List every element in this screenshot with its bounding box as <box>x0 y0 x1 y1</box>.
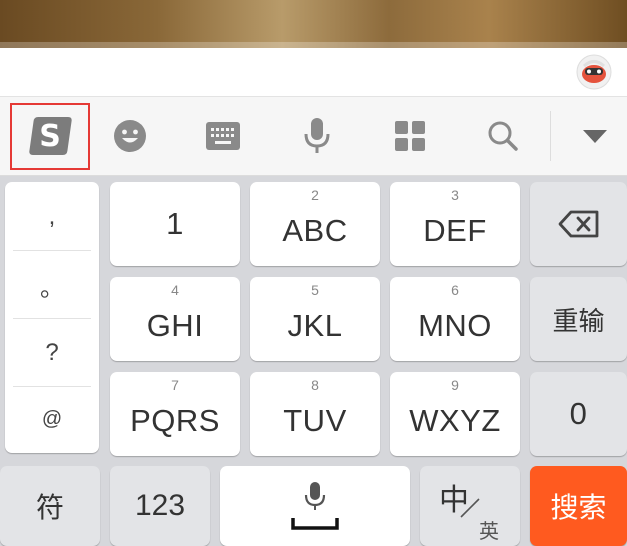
microphone-icon[interactable] <box>282 97 352 175</box>
search-icon[interactable] <box>468 97 538 175</box>
divider <box>13 318 91 319</box>
key-def[interactable]: 3 DEF <box>390 182 520 266</box>
key-wxyz[interactable]: 9 WXYZ <box>390 372 520 456</box>
key-tuv[interactable]: 8 TUV <box>250 372 380 456</box>
punctuation-list[interactable]: , 。 ? @ <box>5 182 99 453</box>
key-abc[interactable]: 2 ABC <box>250 182 380 266</box>
grid-icon[interactable] <box>375 97 445 175</box>
language-switch: 中 英 <box>435 471 505 543</box>
numbers-key[interactable]: 123 <box>110 466 210 546</box>
key-pqrs[interactable]: 7 PQRS <box>110 372 240 456</box>
sogou-logo-highlight <box>10 103 90 170</box>
language-switch-key[interactable]: 中 英 <box>420 466 520 546</box>
key-0[interactable]: 0 <box>530 372 627 456</box>
collapse-arrow-icon[interactable] <box>560 97 627 175</box>
input-area[interactable] <box>0 48 627 96</box>
punct-at[interactable]: @ <box>5 386 99 452</box>
key-mno[interactable]: 6 MNO <box>390 277 520 361</box>
reinput-key[interactable]: 重输 <box>530 277 627 361</box>
key-ghi[interactable]: 4 GHI <box>110 277 240 361</box>
keyboard-icon[interactable] <box>188 97 258 175</box>
key-1[interactable]: 1 <box>110 182 240 266</box>
emoji-icon[interactable] <box>95 97 165 175</box>
divider <box>13 250 91 251</box>
punct-comma[interactable]: , <box>5 184 99 250</box>
toolbar-divider <box>550 111 551 161</box>
background-photo-strip <box>0 0 627 48</box>
punct-question[interactable]: ? <box>5 320 99 386</box>
search-button[interactable]: 搜索 <box>530 466 627 546</box>
backspace-icon <box>558 210 598 238</box>
voice-space-icon <box>291 482 339 530</box>
symbols-key[interactable]: 符 <box>0 466 100 546</box>
backspace-key[interactable] <box>530 182 627 266</box>
keyboard-toolbar: S <box>0 96 627 176</box>
space-key[interactable] <box>220 466 410 546</box>
punct-period[interactable]: 。 <box>5 252 99 318</box>
key-jkl[interactable]: 5 JKL <box>250 277 380 361</box>
mascot-avatar-icon[interactable] <box>576 54 612 90</box>
